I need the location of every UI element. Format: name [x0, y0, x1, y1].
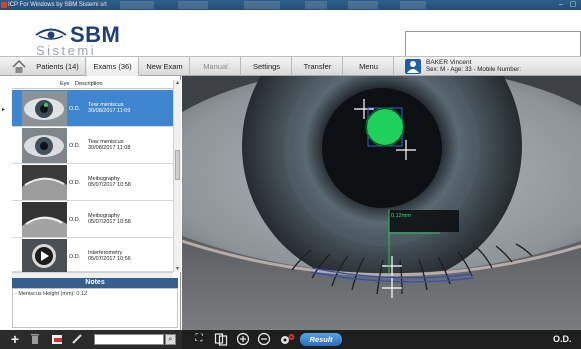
tab-transfer[interactable]: Transfer — [293, 57, 343, 76]
add-icon[interactable]: + — [8, 332, 22, 346]
title-bar-band — [348, 1, 378, 9]
app-header: SBM Sistemi — [0, 10, 581, 64]
column-eye: Eye — [60, 81, 70, 87]
eye-side-label: O.D. — [553, 334, 572, 344]
edit-pen-icon[interactable] — [70, 332, 84, 346]
settings-gears-icon[interactable] — [280, 332, 295, 346]
compare-icon[interactable] — [214, 332, 228, 346]
bottom-toolbar: + ⌕ ⛶ Result O.D. — [0, 330, 581, 349]
tab-manual[interactable]: Manual — [191, 57, 241, 76]
trash-icon[interactable] — [28, 332, 42, 346]
left-toolbar: + ⌕ — [0, 330, 182, 349]
tab-settings[interactable]: Settings — [242, 57, 292, 76]
exam-eye: O.D. — [69, 180, 81, 186]
patient-name: BAKER Vincent — [426, 59, 472, 66]
exam-list-scrollbar[interactable]: ▲ ▼ — [173, 80, 181, 272]
exam-row[interactable]: O.D. Tear meniscus 30/08/2017 11:09 — [12, 90, 174, 127]
eye-image: 0.12mm — [182, 76, 581, 330]
exam-description: Tear meniscus 30/08/2017 11:09 — [88, 102, 131, 114]
result-button[interactable]: Result — [300, 333, 342, 346]
exam-thumbnail — [22, 165, 67, 200]
fullscreen-icon[interactable]: ⛶ — [192, 332, 206, 346]
title-bar-band — [178, 1, 208, 9]
patient-info: Sex: M - Age: 33 - Mobile Number: — [426, 66, 521, 73]
exam-row[interactable]: O.D. Meibography 05/07/2017 10:58 — [12, 201, 174, 238]
exam-eye: O.D. — [69, 143, 81, 149]
title-bar-band — [305, 1, 327, 9]
exam-thumbnail — [22, 202, 67, 237]
exam-description: Meibography 05/07/2017 10:58 — [88, 176, 131, 188]
column-description: Description — [75, 81, 103, 87]
exam-row[interactable]: O.D. Interferometry 05/07/2017 10:56 — [12, 238, 174, 274]
title-bar-band — [400, 1, 426, 9]
notes-header: Notes — [12, 278, 178, 288]
app-icon — [1, 2, 7, 8]
scroll-up-icon[interactable]: ▲ — [174, 80, 181, 86]
exam-eye: O.D. — [69, 106, 81, 112]
window-title: ICP For Windows by SBM Sistemi srl — [8, 2, 107, 8]
exam-list-panel: Eye Description ▸ O.D. Tear meniscus 30/0… — [0, 76, 181, 330]
title-bar-band — [244, 1, 280, 9]
current-row-marker-icon: ▸ — [2, 107, 6, 113]
search-input[interactable] — [94, 334, 164, 345]
window-title-bar: ICP For Windows by SBM Sistemi srl – ▢ — [0, 0, 581, 10]
report-icon[interactable] — [50, 332, 64, 346]
exam-eye: O.D. — [69, 217, 81, 223]
zoom-out-icon[interactable] — [257, 332, 271, 346]
scroll-down-icon[interactable]: ▼ — [174, 266, 181, 272]
tab-patients[interactable]: Patients (14) — [30, 57, 86, 76]
notes-text[interactable]: - Meniscus Height (mm): 0.12 — [12, 288, 178, 328]
exam-image-viewer[interactable]: 0.12mm — [182, 76, 581, 330]
main-nav-bar: Patients (14) Exams (36) New Exam Manual… — [0, 56, 581, 76]
tab-new-exam[interactable]: New Exam — [140, 57, 190, 76]
exam-row[interactable]: O.D. Tear meniscus 30/08/2017 11:08 — [12, 127, 174, 164]
tab-menu[interactable]: Menu — [344, 57, 394, 76]
tab-exams[interactable]: Exams (36) — [87, 57, 139, 76]
exam-eye: O.D. — [69, 254, 81, 260]
maximize-icon[interactable]: ▢ — [568, 1, 578, 9]
exam-thumbnail — [22, 128, 67, 163]
patient-icon — [405, 59, 421, 74]
title-bar-band — [120, 1, 154, 9]
scrollbar-thumb[interactable] — [175, 150, 180, 180]
zoom-in-icon[interactable] — [236, 332, 250, 346]
exam-list-header: Eye Description — [12, 80, 174, 89]
exam-description: Tear meniscus 30/08/2017 11:08 — [88, 139, 131, 151]
search-icon[interactable]: ⌕ — [165, 334, 176, 345]
exam-thumbnail — [22, 91, 67, 126]
minimize-icon[interactable]: – — [556, 1, 566, 9]
home-icon[interactable] — [12, 59, 26, 74]
exam-row[interactable]: O.D. Meibography 05/07/2017 10:58 — [12, 164, 174, 201]
exam-thumbnail — [22, 239, 67, 274]
exam-description: Interferometry 05/07/2017 10:56 — [88, 250, 131, 262]
measurement-label: 0.12mm — [391, 213, 411, 219]
eye-logo-icon — [35, 28, 67, 40]
exam-description: Meibography 05/07/2017 10:58 — [88, 213, 131, 225]
